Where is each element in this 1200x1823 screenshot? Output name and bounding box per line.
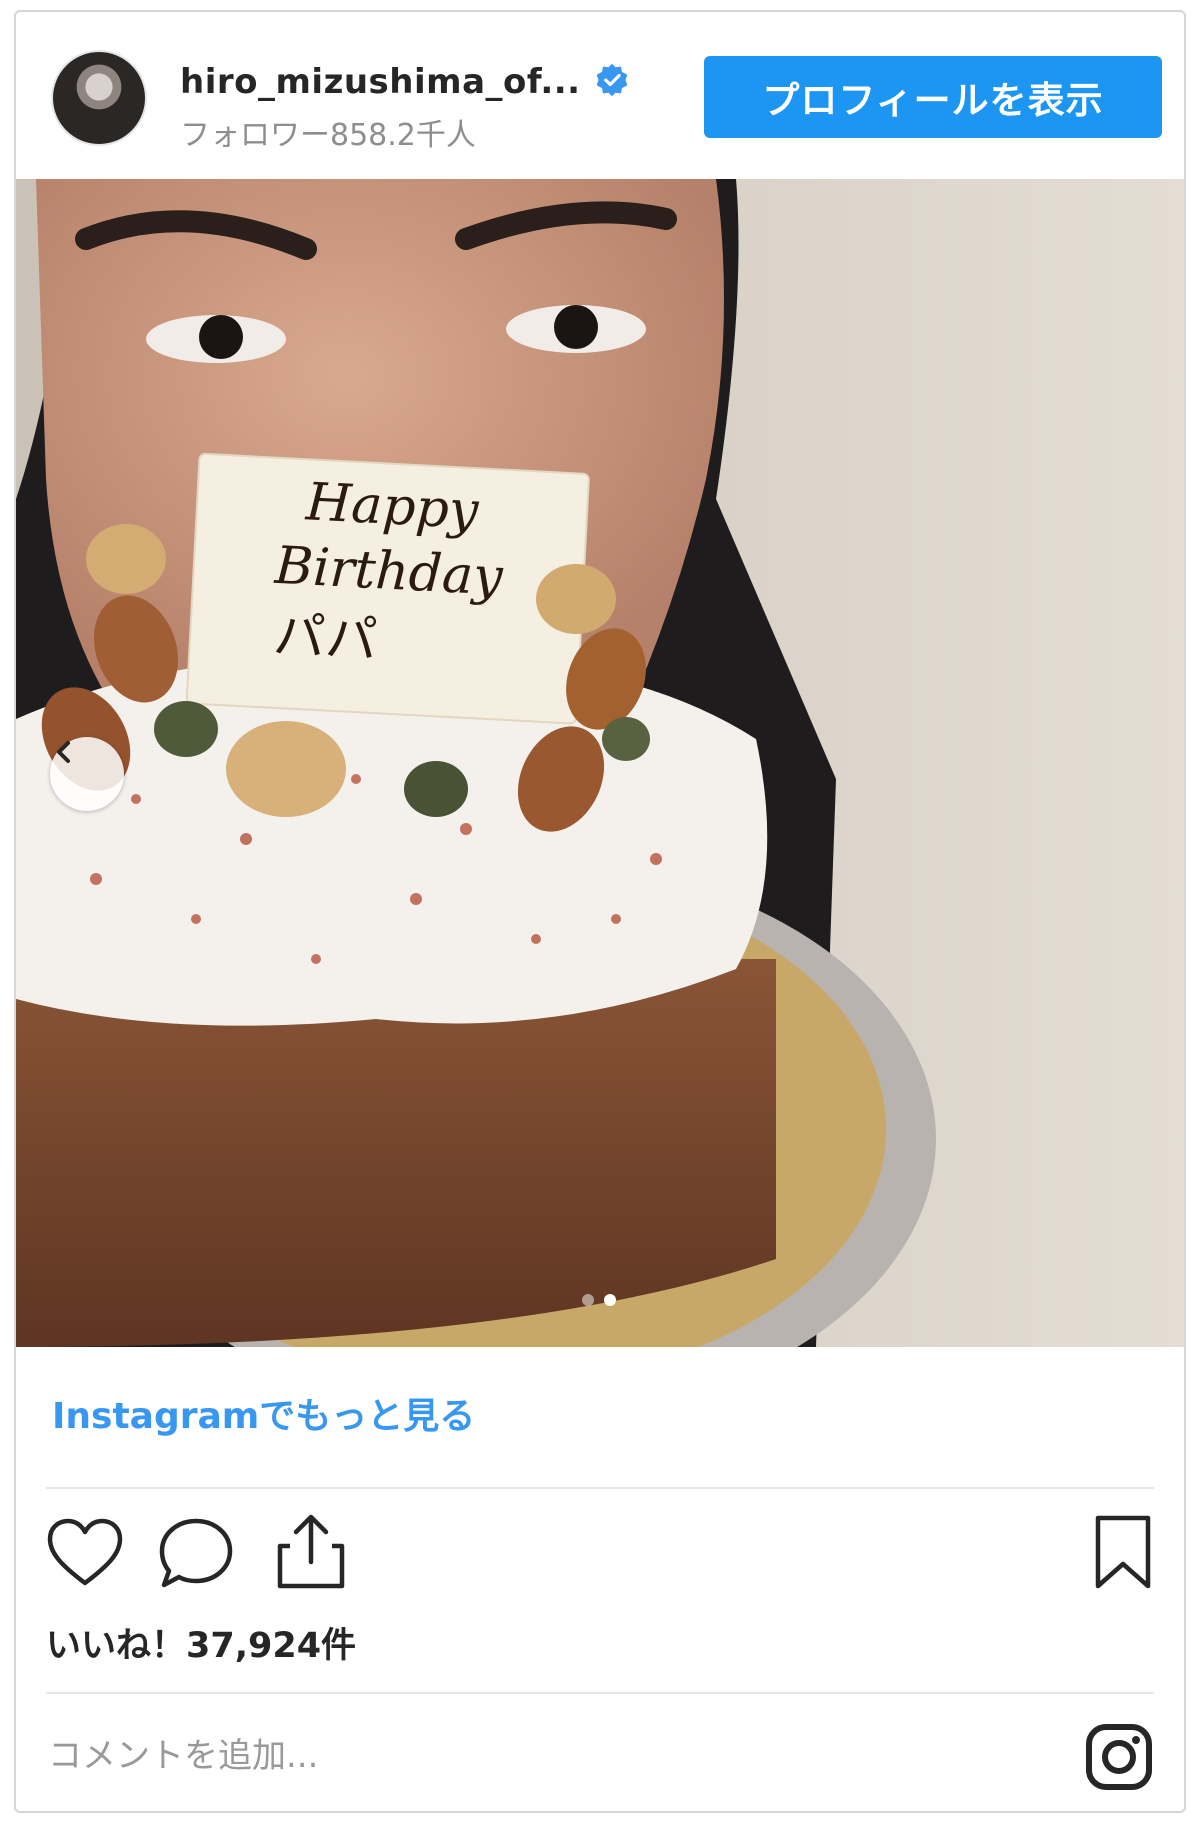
post-photo[interactable]: Happy Birthday パパ xyxy=(16,179,1184,1347)
comment-bubble-icon[interactable] xyxy=(156,1515,236,1591)
like-count[interactable]: いいね！37,924件 xyxy=(46,1617,356,1668)
avatar[interactable] xyxy=(51,50,147,146)
share-icon[interactable] xyxy=(274,1512,348,1592)
heart-icon[interactable] xyxy=(46,1517,124,1589)
plaque-line-3: パパ xyxy=(272,606,379,671)
comment-input[interactable] xyxy=(46,1727,930,1785)
plaque-line-2: Birthday xyxy=(272,536,504,608)
post-header: hiro_mizushima_of... フォロワー858.2千人 プロフィール… xyxy=(16,12,1184,177)
plaque-line-1: Happy xyxy=(304,472,481,541)
follower-count: フォロワー858.2千人 xyxy=(180,118,476,153)
carousel-dot-active xyxy=(604,1294,616,1306)
instagram-embed-card: hiro_mizushima_of... フォロワー858.2千人 プロフィール… xyxy=(14,10,1186,1813)
bookmark-icon[interactable] xyxy=(1092,1514,1154,1592)
carousel-dot xyxy=(582,1294,594,1306)
view-profile-button[interactable]: プロフィールを表示 xyxy=(704,56,1162,138)
verified-badge-icon xyxy=(596,63,628,97)
username[interactable]: hiro_mizushima_of... xyxy=(180,62,581,102)
chevron-left-icon xyxy=(57,741,70,763)
view-more-on-instagram-link[interactable]: Instagramでもっと見る xyxy=(52,1387,475,1439)
instagram-logo-icon[interactable] xyxy=(1084,1722,1154,1792)
carousel-indicator xyxy=(582,1294,616,1306)
divider xyxy=(46,1692,1154,1694)
divider xyxy=(46,1487,1154,1489)
carousel-prev-button[interactable] xyxy=(50,737,124,811)
photo-illustration: Happy Birthday パパ xyxy=(16,179,1184,1347)
